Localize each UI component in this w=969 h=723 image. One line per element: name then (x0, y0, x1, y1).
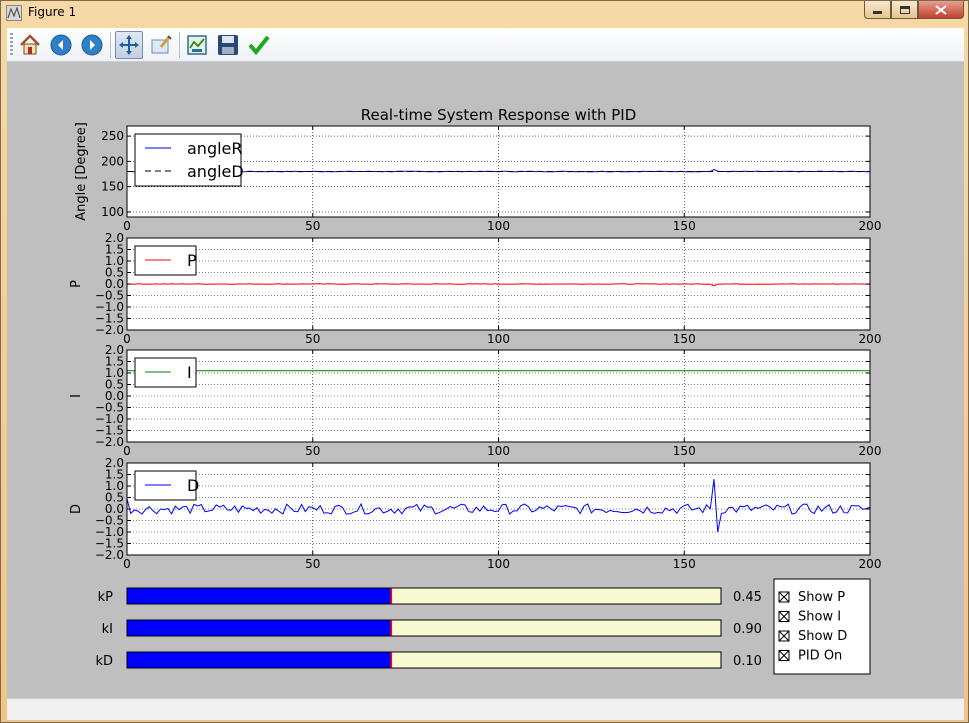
home-icon (20, 34, 40, 55)
maximize-button[interactable] (891, 1, 918, 19)
legend-label-angleR: angleR (187, 139, 243, 158)
chart-title: Real-time System Response with PID (361, 106, 637, 124)
x-tick-label: 200 (859, 557, 882, 571)
maximize-icon (899, 5, 910, 14)
close-button[interactable] (918, 1, 964, 19)
check-buttons-panel: Show P Show I Show D PID On (773, 578, 871, 675)
x-tick-label: 100 (487, 219, 510, 233)
y-axis-label: D (69, 504, 84, 514)
figure-svg: 0 50 100 150 200 100 150 200 250 Angle [Degree] Re… (69, 106, 881, 675)
y-tick-label: 2.0 (105, 456, 124, 470)
slider-kD[interactable]: kD 0.10 (95, 651, 762, 669)
x-tick-label: 150 (673, 444, 696, 458)
y-axis-label: Angle [Degree] (74, 122, 89, 221)
y-axis-label: I (69, 394, 84, 398)
save-button[interactable] (214, 31, 242, 59)
pan-button[interactable] (115, 31, 143, 59)
x-tick-label: 0 (123, 444, 131, 458)
y-tick-label: 100 (101, 205, 124, 219)
toolbar (7, 28, 964, 62)
window-title: Figure 1 (28, 5, 77, 19)
x-tick-label: 50 (305, 332, 320, 346)
legend-label-I: I (187, 363, 192, 382)
axes-2: 0 50 100 150 200−2.0−1.5−1.0−0.50.00.51.01.5… (69, 231, 881, 346)
forward-icon (81, 34, 103, 56)
figure-canvas: 0 50 100 150 200 100 150 200 250 Angle [Degree] Re… (7, 62, 964, 698)
x-tick-label: 50 (305, 444, 320, 458)
checkbox-label: Show D (798, 629, 847, 644)
toolbar-separator (110, 32, 111, 58)
x-tick-label: 150 (673, 219, 696, 233)
x-tick-label: 100 (487, 332, 510, 346)
status-bar (7, 698, 964, 720)
pan-icon (119, 35, 139, 55)
slider-fill[interactable] (126, 651, 392, 669)
check-icon (248, 35, 270, 56)
x-tick-label: 200 (859, 332, 882, 346)
checkbox-label: Show I (798, 610, 841, 625)
minimize-icon (873, 11, 882, 14)
axes-4: 0 50 100 150 200−2.0−1.5−1.0−0.50.00.51.01.5… (69, 456, 881, 571)
slider-value: 0.45 (733, 590, 762, 605)
x-tick-label: 150 (673, 332, 696, 346)
slider-kP[interactable]: kP 0.45 (98, 587, 762, 605)
x-tick-label: 0 (123, 557, 131, 571)
x-tick-label: 50 (305, 557, 320, 571)
x-tick-label: 150 (673, 557, 696, 571)
axes-1: 0 50 100 150 200 100 150 200 250 Angle [Degree] Re… (74, 106, 881, 233)
x-tick-label: 200 (859, 444, 882, 458)
slider-fill[interactable] (126, 587, 392, 605)
checkbox-label: Show P (798, 590, 845, 605)
subplots-icon (187, 35, 207, 55)
home-button[interactable] (16, 31, 44, 59)
x-tick-label: 0 (123, 332, 131, 346)
back-icon (50, 34, 72, 56)
x-tick-label: 100 (487, 444, 510, 458)
slider-label: kP (98, 590, 114, 605)
subplots-button[interactable] (183, 31, 211, 59)
legend-label-P: P (187, 251, 197, 270)
zoom-button[interactable] (147, 31, 175, 59)
save-icon (218, 35, 238, 55)
y-tick-label: 2.0 (105, 343, 124, 357)
x-tick-label: 0 (123, 219, 131, 233)
figure-window: Figure 1 0 50 100 150 200 100 150 200 25… (0, 0, 969, 723)
close-icon (935, 4, 947, 15)
slider-value: 0.90 (733, 622, 762, 637)
toolbar-separator (179, 32, 180, 58)
slider-fill[interactable] (126, 619, 392, 637)
y-tick-label: 250 (101, 129, 124, 143)
y-axis-label: P (69, 280, 84, 288)
slider-label: kD (95, 654, 113, 669)
title-bar: Figure 1 (1, 1, 968, 25)
x-tick-label: 200 (859, 219, 882, 233)
checkbox-label: PID On (798, 649, 842, 664)
slider-label: kI (102, 622, 113, 637)
forward-button[interactable] (78, 31, 106, 59)
legend-label-angleD: angleD (187, 162, 244, 181)
minimize-button[interactable] (864, 1, 891, 19)
check-button[interactable] (245, 31, 273, 59)
y-tick-label: 200 (101, 154, 124, 168)
x-tick-label: 50 (305, 219, 320, 233)
app-icon (6, 5, 22, 21)
x-tick-label: 100 (487, 557, 510, 571)
slider-kI[interactable]: kI 0.90 (102, 619, 762, 637)
legend-label-D: D (187, 476, 199, 495)
y-tick-label: 2.0 (105, 231, 124, 245)
zoom-icon (151, 35, 172, 54)
toolbar-grip (10, 33, 13, 57)
slider-value: 0.10 (733, 654, 762, 669)
back-button[interactable] (47, 31, 75, 59)
axes-3: 0 50 100 150 200−2.0−1.5−1.0−0.50.00.51.01.5… (69, 343, 881, 458)
y-tick-label: 150 (101, 180, 124, 194)
